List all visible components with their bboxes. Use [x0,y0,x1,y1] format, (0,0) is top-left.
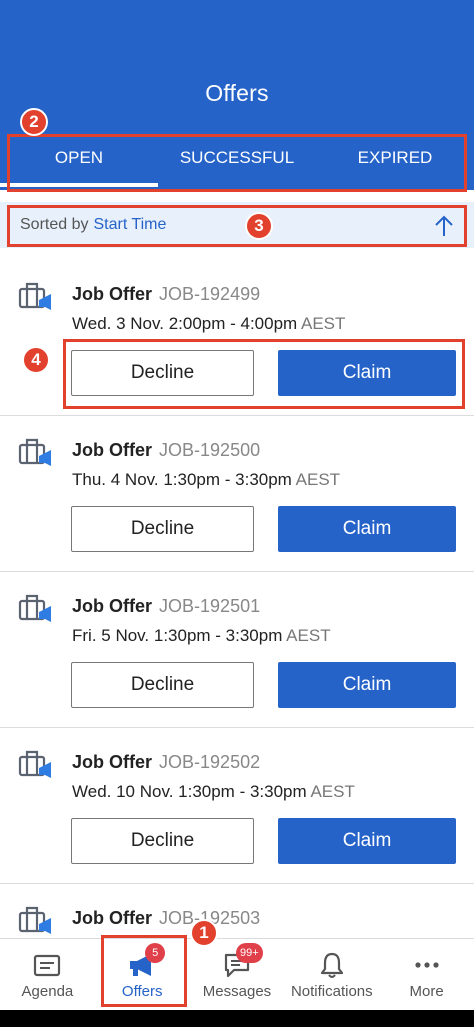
job-time: Fri. 5 Nov. 1:30pm - 3:30pm AEST [72,626,331,645]
offer-tabs: OPEN SUCCESSFUL EXPIRED [0,138,474,190]
nav-offers[interactable]: 5 Offers [95,939,190,1010]
job-offer-icon [18,282,51,310]
nav-messages[interactable]: 99+ Messages [190,939,285,1010]
job-id: JOB-192501 [159,596,261,616]
timezone: AEST [295,470,341,489]
offer-list: Job Offer JOB-192499 Wed. 3 Nov. 2:00pm … [0,260,474,1027]
job-offer-icon [18,750,51,778]
nav-label: Offers [121,983,163,1000]
offer-card: Job Offer JOB-192499 Wed. 3 Nov. 2:00pm … [0,260,474,416]
job-time: Wed. 3 Nov. 2:00pm - 4:00pm AEST [72,314,346,333]
job-time: Wed. 10 Nov. 1:30pm - 3:30pm AEST [72,782,355,801]
nav-label: More [409,983,444,1000]
job-offer-icon [18,906,51,934]
tab-expired[interactable]: EXPIRED [316,138,474,190]
claim-button[interactable]: Claim [278,350,456,396]
timezone: AEST [301,314,346,333]
offer-card: Job Offer JOB-192500 Thu. 4 Nov. 1:30pm … [0,416,474,572]
agenda-icon [34,954,61,977]
claim-button[interactable]: Claim [278,506,456,552]
bottom-nav: Agenda 5 Offers 99+ Messages Notificatio… [0,938,474,1010]
nav-more[interactable]: More [379,939,474,1010]
sort-bar[interactable]: Sorted by Start Time [0,202,474,248]
sort-prefix: Sorted by [20,216,89,233]
job-title: Job Offer JOB-192499 [72,284,261,304]
job-offer-icon [18,594,51,622]
job-id: JOB-192502 [159,752,261,772]
bell-icon [320,952,343,978]
offer-card: Job Offer JOB-192501 Fri. 5 Nov. 1:30pm … [0,572,474,728]
offers-screen: Offers OPEN SUCCESSFUL EXPIRED Sorted by… [0,0,474,1027]
nav-label: Agenda [21,983,74,1000]
job-title: Job Offer JOB-192503 [72,908,261,928]
offers-badge: 5 [145,943,166,963]
decline-button[interactable]: Decline [71,662,254,708]
job-title: Job Offer JOB-192502 [72,752,261,772]
job-offer-icon [18,438,51,466]
timezone: AEST [310,782,355,801]
claim-button[interactable]: Claim [278,818,456,864]
sort-key[interactable]: Start Time [93,216,166,234]
annotation-marker: 3 [245,212,273,240]
annotation-marker: 1 [190,919,218,947]
nav-notifications[interactable]: Notifications [284,939,379,1010]
page-title: Offers [205,80,269,106]
app-header: Offers OPEN SUCCESSFUL EXPIRED [0,0,474,190]
job-id: JOB-192499 [159,284,261,304]
job-time: Thu. 4 Nov. 1:30pm - 3:30pm AEST [72,470,341,489]
messages-badge: 99+ [235,943,263,963]
timezone: AEST [286,626,331,645]
job-id: JOB-192500 [159,440,261,460]
decline-button[interactable]: Decline [71,506,254,552]
arrow-up-icon[interactable] [432,214,456,238]
nav-label: Messages [202,983,272,1000]
job-title: Job Offer JOB-192501 [72,596,261,616]
tab-open[interactable]: OPEN [0,138,158,190]
annotation-marker: 4 [22,346,50,374]
annotation-marker: 2 [20,108,48,136]
claim-button[interactable]: Claim [278,662,456,708]
tab-successful[interactable]: SUCCESSFUL [158,138,316,190]
decline-button[interactable]: Decline [71,818,254,864]
job-title: Job Offer JOB-192500 [72,440,261,460]
more-icon [414,962,439,968]
decline-button[interactable]: Decline [71,350,254,396]
nav-agenda[interactable]: Agenda [0,939,95,1010]
nav-label: Notifications [290,983,373,1000]
system-nav-strip [0,1010,474,1027]
offer-card: Job Offer JOB-192502 Wed. 10 Nov. 1:30pm… [0,728,474,884]
